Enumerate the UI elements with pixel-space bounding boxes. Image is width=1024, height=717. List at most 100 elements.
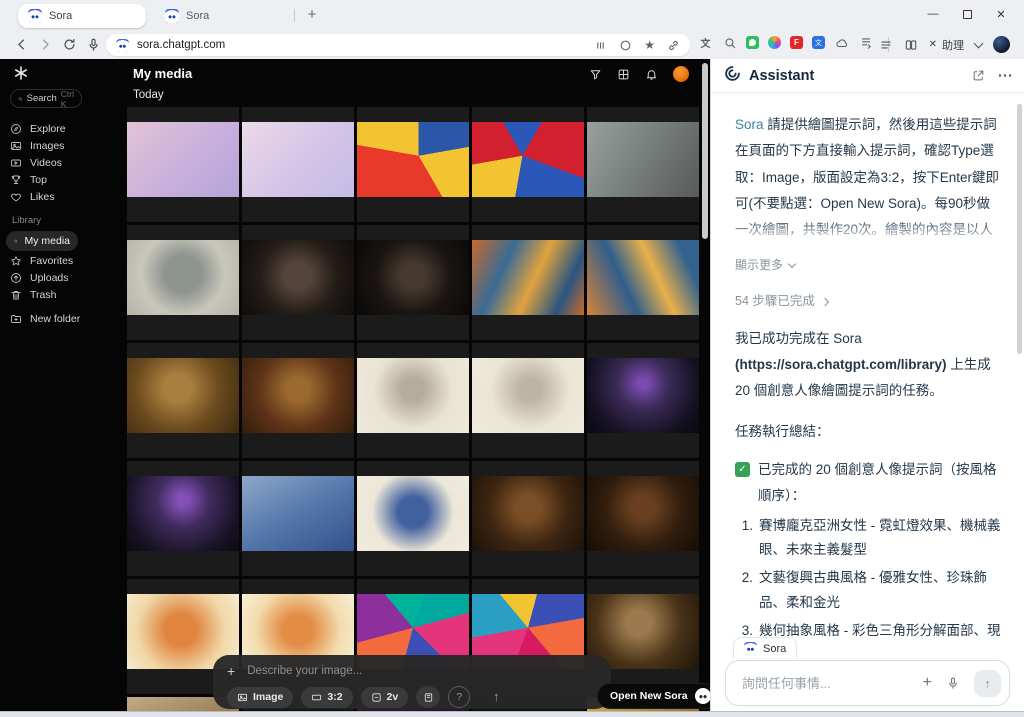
sidebar-item-top[interactable]: Top — [10, 172, 47, 188]
help-chip[interactable]: ? — [448, 686, 471, 708]
tab-sora-active[interactable]: Sora — [18, 4, 146, 28]
reader-extension-icon[interactable] — [858, 35, 873, 50]
media-tile[interactable] — [472, 461, 584, 576]
more-options-icon[interactable] — [998, 74, 1011, 77]
microphone-icon[interactable] — [946, 676, 960, 690]
maximize-button[interactable] — [950, 2, 984, 26]
filter-icon[interactable] — [589, 68, 602, 81]
tracking-shield-icon[interactable] — [619, 39, 632, 52]
media-tile[interactable] — [127, 461, 239, 576]
send-button[interactable]: ↑ — [974, 669, 1001, 697]
media-tile[interactable] — [357, 343, 469, 458]
show-more-button[interactable]: 顯示更多 — [735, 254, 1002, 277]
steps-completed-button[interactable]: 54 步驟已完成 — [735, 289, 1002, 313]
library-url[interactable]: (https://sora.chatgpt.com/library) — [735, 357, 947, 372]
attach-icon[interactable]: + — [923, 674, 932, 692]
chevron-down-icon — [787, 259, 797, 269]
scroll-up-arrow[interactable]: ↑ — [493, 689, 500, 704]
assistant-scrollbar-thumb[interactable] — [1017, 104, 1022, 354]
media-tile[interactable] — [357, 107, 469, 222]
prompt-bar[interactable]: + Describe your image... Image 3:2 2v ? — [213, 655, 611, 709]
media-thumbnail — [127, 240, 239, 315]
media-tile[interactable] — [587, 107, 699, 222]
media-tile[interactable] — [587, 225, 699, 340]
media-tile[interactable] — [587, 461, 699, 576]
assistant-header: Assistant — [711, 59, 1024, 93]
bookmark-star-icon[interactable]: ★ — [644, 39, 655, 51]
assistant-toggle-button[interactable]: ✕ 助理 — [929, 37, 964, 53]
sidebar-item-uploads[interactable]: Uploads — [10, 270, 69, 286]
copy-link-icon[interactable] — [667, 39, 680, 52]
back-button[interactable] — [12, 35, 30, 53]
password-manager-icon[interactable] — [594, 39, 607, 52]
media-tile[interactable] — [357, 461, 469, 576]
completed-check-line: ✓ 已完成的 20 個創意人像提示詞（按風格順序）： — [735, 457, 1002, 510]
cloud-extension-icon[interactable] — [834, 35, 849, 50]
sidebar-item-likes[interactable]: Likes — [10, 189, 55, 205]
media-tile[interactable] — [472, 107, 584, 222]
image-icon — [11, 142, 21, 150]
open-new-sora-button[interactable]: Open New Sora — [598, 684, 710, 708]
flipboard-extension-icon[interactable]: F — [790, 36, 803, 49]
task-prompt-text: Sora 請提供繪圖提示詞，然後用這些提示詞在頁面的下方直接輸入提示詞，確認Ty… — [735, 112, 1002, 248]
add-attachment-icon[interactable]: + — [227, 663, 235, 679]
sidebar-item-favorites[interactable]: Favorites — [10, 253, 73, 269]
reading-list-icon[interactable] — [879, 38, 893, 52]
translate-extension-icon[interactable]: 文 — [698, 35, 713, 50]
media-tile[interactable] — [242, 107, 354, 222]
search-input[interactable]: Search Ctrl K — [10, 89, 82, 109]
translator-extension-icon[interactable]: 文 — [812, 36, 825, 49]
tab-sora-inactive[interactable]: Sora — [155, 4, 285, 28]
browser-profile-avatar[interactable] — [993, 36, 1010, 53]
split-screen-icon[interactable] — [904, 38, 918, 52]
sidebar-item-explore[interactable]: Explore — [10, 121, 66, 137]
media-tile[interactable] — [472, 225, 584, 340]
visual-search-extension-icon[interactable] — [722, 35, 737, 50]
url-text: sora.chatgpt.com — [137, 39, 226, 51]
media-tile[interactable] — [127, 343, 239, 458]
forward-button[interactable] — [36, 35, 54, 53]
media-thumbnail — [242, 476, 354, 551]
preset-chip[interactable] — [416, 686, 441, 708]
avatar[interactable] — [673, 66, 689, 82]
media-thumbnail — [587, 240, 699, 315]
context-tab-chip[interactable]: Sora — [733, 637, 798, 659]
sidebar-item-videos[interactable]: Videos — [10, 155, 62, 171]
grid-view-icon[interactable] — [617, 68, 630, 81]
media-tile[interactable] — [242, 225, 354, 340]
variations-chip[interactable]: 2v — [360, 686, 409, 708]
page-scrollbar-thumb[interactable] — [702, 63, 708, 239]
media-tile[interactable] — [472, 343, 584, 458]
media-thumbnail — [127, 476, 239, 551]
type-image-chip[interactable]: Image — [227, 686, 294, 708]
evernote-extension-icon[interactable] — [746, 36, 759, 49]
assistant-input[interactable] — [742, 675, 923, 691]
minimize-button[interactable]: — — [916, 2, 950, 26]
media-tile[interactable] — [127, 225, 239, 340]
sidebar-item-my-media[interactable]: My media — [6, 231, 78, 251]
media-tile[interactable] — [242, 343, 354, 458]
media-tile[interactable] — [127, 107, 239, 222]
sora-logo-icon[interactable] — [13, 65, 29, 81]
chevron-down-icon[interactable] — [973, 38, 984, 48]
voice-search-icon[interactable] — [84, 35, 102, 53]
prompt-input[interactable]: Describe your image... — [247, 665, 362, 677]
media-tile[interactable] — [357, 225, 469, 340]
media-thumbnail — [357, 122, 469, 197]
sora-link[interactable]: Sora — [735, 117, 764, 132]
media-tile[interactable] — [587, 343, 699, 458]
toolbar-right-group: ✕ 助理 — [879, 34, 1010, 55]
address-bar[interactable]: sora.chatgpt.com ★ — [106, 34, 690, 56]
open-in-new-icon[interactable] — [972, 69, 985, 82]
sidebar-item-new-folder[interactable]: New folder — [10, 311, 80, 327]
aspect-ratio-chip[interactable]: 3:2 — [301, 686, 353, 708]
refresh-button[interactable] — [60, 35, 78, 53]
media-tile[interactable] — [242, 461, 354, 576]
maximize-icon — [962, 9, 972, 19]
close-button[interactable]: ✕ — [984, 2, 1018, 26]
new-tab-button[interactable]: + — [302, 5, 322, 25]
colorful-extension-icon[interactable] — [768, 36, 781, 49]
sidebar-item-trash[interactable]: Trash — [10, 287, 56, 303]
bell-icon[interactable] — [645, 68, 658, 81]
sidebar-item-images[interactable]: Images — [10, 138, 64, 154]
